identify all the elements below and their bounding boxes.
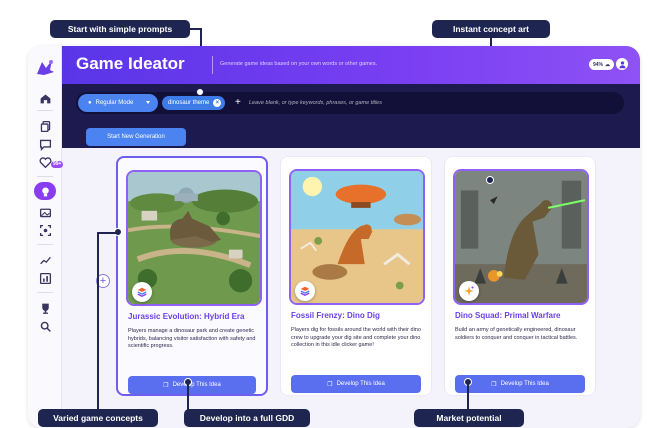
- leader-line: [187, 384, 189, 410]
- idea-cards: Jurassic Evolution: Hybrid Era Players m…: [62, 148, 640, 428]
- develop-label: Develop This Idea: [336, 381, 385, 387]
- card-title: Dino Squad: Primal Warfare: [455, 311, 561, 320]
- cloud-icon: ☁: [605, 61, 610, 68]
- idea-card[interactable]: Jurassic Evolution: Hybrid Era Players m…: [116, 156, 268, 396]
- callout-develop-gdd: Develop into a full GDD: [184, 409, 310, 427]
- callout-simple-prompts: Start with simple prompts: [50, 20, 190, 38]
- develop-label: Develop This Idea: [172, 382, 221, 388]
- trophy-icon[interactable]: [37, 300, 53, 316]
- card-title: Fossil Frenzy: Dino Dig: [291, 311, 380, 320]
- scan-icon[interactable]: [37, 222, 53, 238]
- idea-card[interactable]: Fossil Frenzy: Dino Dig Players dig for …: [280, 156, 432, 396]
- search-icon[interactable]: [37, 318, 53, 334]
- document-icon: ❐: [163, 382, 169, 389]
- leader-line: [98, 232, 116, 234]
- develop-idea-button[interactable]: ❐ Develop This Idea: [455, 375, 585, 393]
- home-icon[interactable]: [37, 90, 53, 106]
- stack-logo-icon: [295, 281, 315, 301]
- prompt-area: ● Regular Mode dinosaur theme × + Start …: [62, 84, 640, 148]
- screenshot-stage: Start with simple prompts Instant concep…: [0, 0, 659, 428]
- prompt-bar: ● Regular Mode dinosaur theme × +: [76, 92, 624, 114]
- sidebar: 99+: [28, 46, 64, 428]
- mode-icon: ●: [88, 100, 92, 106]
- page-title: Game Ideator: [76, 54, 185, 73]
- card-description: Players dig for fossils around the world…: [291, 327, 421, 348]
- sidebar-divider: [37, 292, 53, 293]
- page-subtitle: Generate game ideas based on your own wo…: [220, 61, 378, 67]
- document-icon: ❐: [327, 381, 333, 388]
- develop-idea-button[interactable]: ❐ Develop This Idea: [291, 375, 421, 393]
- sidebar-divider: [37, 244, 53, 245]
- leader-line: [467, 384, 469, 410]
- leader-line: [97, 232, 99, 410]
- develop-label: Develop This Idea: [500, 381, 549, 387]
- card-description: Players manage a dinosaur park and creat…: [128, 328, 256, 349]
- heart-icon[interactable]: 99+: [37, 154, 64, 170]
- callout-market-potential: Market potential: [414, 409, 524, 427]
- sidebar-divider: [37, 110, 53, 111]
- app-header: Game Ideator Generate game ideas based o…: [62, 46, 640, 84]
- sidebar-divider: [37, 176, 53, 177]
- callout-marker: [486, 176, 494, 184]
- lightbulb-icon[interactable]: [34, 182, 56, 200]
- card-description: Build an army of genetically engineered,…: [455, 327, 578, 341]
- chevron-down-icon: [146, 101, 150, 104]
- copy-icon[interactable]: [37, 118, 53, 134]
- sparkle-logo-icon: [459, 281, 479, 301]
- game-ideator-app: 99+ Game Ideator Generate game ideas bas…: [28, 46, 640, 428]
- trend-icon[interactable]: [37, 252, 53, 268]
- callout-varied-concepts: Varied game concepts: [38, 409, 158, 427]
- chat-icon[interactable]: [37, 136, 53, 152]
- mode-dropdown[interactable]: ● Regular Mode: [78, 94, 158, 112]
- chip-label: dinosaur theme: [168, 100, 210, 106]
- idea-card[interactable]: Dino Squad: Primal Warfare Build an army…: [444, 156, 596, 396]
- app-logo-icon[interactable]: [34, 56, 56, 78]
- prompt-input[interactable]: [249, 96, 469, 110]
- card-title: Jurassic Evolution: Hybrid Era: [128, 312, 245, 321]
- start-generation-button[interactable]: Start New Generation: [86, 128, 186, 146]
- chart-icon[interactable]: [37, 270, 53, 286]
- credits-pill[interactable]: 94% ☁: [588, 59, 614, 70]
- keyword-chip[interactable]: dinosaur theme ×: [162, 96, 226, 110]
- callout-concept-art: Instant concept art: [432, 20, 550, 38]
- callout-marker: [196, 88, 204, 96]
- stack-logo-icon: [132, 282, 152, 302]
- user-avatar-icon[interactable]: [616, 58, 628, 70]
- mode-label: Regular Mode: [95, 100, 134, 106]
- credits-value: 94%: [592, 61, 603, 68]
- close-icon[interactable]: ×: [213, 99, 222, 107]
- develop-idea-button[interactable]: ❐ Develop This Idea: [128, 376, 256, 394]
- document-icon: ❐: [491, 381, 497, 388]
- add-keyword-icon[interactable]: +: [235, 97, 241, 108]
- image-icon[interactable]: [37, 204, 53, 220]
- title-divider: [212, 56, 213, 74]
